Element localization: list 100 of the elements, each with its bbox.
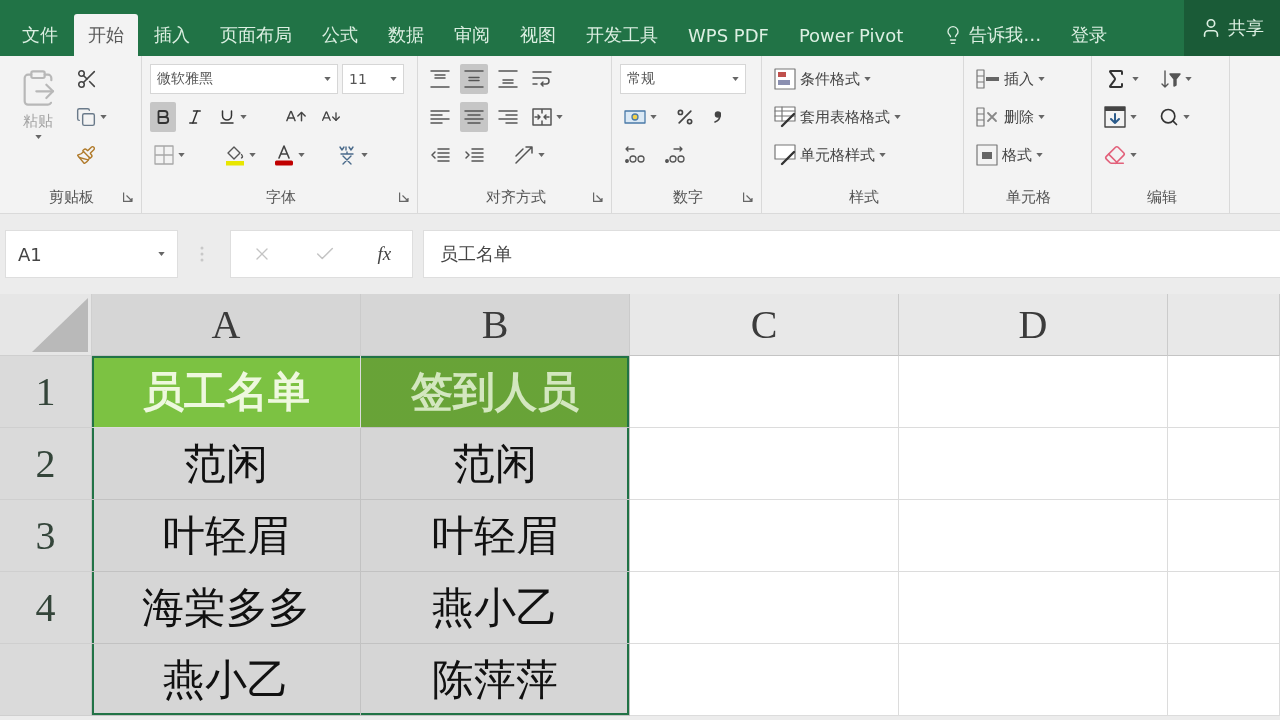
scissors-icon bbox=[76, 68, 98, 90]
share-button[interactable]: 共享 bbox=[1184, 0, 1280, 56]
tell-me-button[interactable]: 告诉我… bbox=[929, 14, 1056, 56]
caret-icon bbox=[1183, 115, 1190, 119]
bold-button[interactable] bbox=[150, 102, 176, 132]
table-cell: 签到人员 bbox=[361, 356, 630, 428]
dialog-launcher-icon[interactable] bbox=[593, 192, 603, 202]
group-label: 剪贴板 bbox=[49, 187, 94, 207]
percent-icon bbox=[675, 107, 695, 127]
table-cell: 范闲 bbox=[361, 428, 630, 500]
ribbon-tab[interactable]: 审阅 bbox=[440, 14, 504, 56]
italic-icon bbox=[186, 108, 204, 126]
row-header[interactable]: 1 bbox=[0, 356, 92, 428]
indent-increase-icon bbox=[464, 147, 484, 163]
caret-icon bbox=[298, 153, 305, 157]
name-box[interactable]: A1 bbox=[5, 230, 178, 278]
sign-in-link[interactable]: 登录 bbox=[1057, 14, 1122, 56]
decimal-decrease-icon bbox=[664, 145, 686, 165]
table-cell: 范闲 bbox=[92, 428, 361, 500]
table-cell: 海棠多多 bbox=[92, 572, 361, 644]
delete-cells-button[interactable]: 删除 bbox=[972, 102, 1049, 132]
text-align-icon bbox=[430, 109, 450, 125]
number-format-dropdown[interactable]: 常规 bbox=[620, 64, 746, 94]
border-grid-icon bbox=[154, 145, 174, 165]
caret-icon bbox=[158, 252, 165, 256]
caret-icon bbox=[361, 153, 368, 157]
dialog-launcher-icon[interactable] bbox=[123, 192, 133, 202]
eraser-icon bbox=[1104, 144, 1126, 166]
middle-align-button[interactable] bbox=[460, 64, 488, 94]
caret-icon bbox=[390, 77, 397, 81]
ribbon-tab[interactable]: 插入 bbox=[140, 14, 204, 56]
caret-icon bbox=[1038, 115, 1045, 119]
caret-icon bbox=[732, 77, 739, 81]
text-align-icon bbox=[498, 109, 518, 125]
column-header[interactable]: C bbox=[630, 294, 899, 356]
sort-filter-icon bbox=[1161, 69, 1181, 89]
caret-icon bbox=[1132, 77, 1139, 81]
table-cell: 叶轻眉 bbox=[361, 500, 630, 572]
insert-function-button[interactable]: fx bbox=[373, 241, 396, 267]
text-align-icon bbox=[464, 109, 484, 125]
phonetic-guide-icon bbox=[337, 145, 357, 165]
cell-styles-button[interactable]: 单元格样式 bbox=[770, 140, 890, 170]
table-brush-icon bbox=[774, 106, 796, 128]
ribbon-tab[interactable]: 开发工具 bbox=[572, 14, 672, 56]
vertical-align-icon bbox=[498, 69, 518, 89]
column-header[interactable]: B bbox=[361, 294, 630, 356]
indent-decrease-icon bbox=[430, 147, 450, 163]
table-cell: 燕小乙 bbox=[92, 644, 361, 716]
font-size-dropdown[interactable]: 11 bbox=[342, 64, 404, 94]
conditional-format-icon bbox=[774, 68, 796, 90]
dialog-launcher-icon[interactable] bbox=[399, 192, 409, 202]
row-header[interactable]: 4 bbox=[0, 572, 92, 644]
wrap-text-icon bbox=[532, 70, 552, 88]
table-cell: 燕小乙 bbox=[361, 572, 630, 644]
formula-input[interactable]: 员工名单 bbox=[423, 230, 1280, 278]
font-name-dropdown[interactable]: 微软雅黑 bbox=[150, 64, 338, 94]
caret-icon bbox=[864, 77, 871, 81]
caret-icon bbox=[1185, 77, 1192, 81]
caret-icon bbox=[34, 135, 42, 139]
paintbrush-icon bbox=[76, 145, 96, 165]
table-cell: 员工名单 bbox=[92, 356, 361, 428]
group-label: 对齐方式 bbox=[485, 187, 546, 207]
ribbon-tab[interactable]: 数据 bbox=[374, 14, 438, 56]
caret-icon bbox=[1130, 153, 1137, 157]
paint-bucket-icon bbox=[225, 144, 245, 166]
caret-icon bbox=[879, 153, 886, 157]
center-button[interactable] bbox=[460, 102, 488, 132]
insert-cells-icon bbox=[976, 69, 1000, 89]
table-format-button[interactable]: 套用表格格式 bbox=[770, 102, 905, 132]
conditional-format-button[interactable]: 条件格式 bbox=[770, 64, 875, 94]
caret-icon bbox=[178, 153, 185, 157]
caret-icon bbox=[240, 115, 247, 119]
ribbon-tab[interactable]: Power Pivot bbox=[784, 14, 918, 56]
caret-icon bbox=[100, 115, 107, 119]
delete-cells-icon bbox=[976, 107, 1000, 127]
column-header[interactable]: A bbox=[92, 294, 361, 356]
group-label: 字体 bbox=[265, 187, 296, 207]
caret-icon bbox=[1130, 115, 1137, 119]
row-header[interactable]: 3 bbox=[0, 500, 92, 572]
ribbon-tab[interactable]: 开始 bbox=[74, 14, 138, 56]
fill-down-icon bbox=[1104, 106, 1126, 128]
ribbon-tab[interactable]: 页面布局 bbox=[206, 14, 306, 56]
insert-cells-button[interactable]: 插入 bbox=[972, 64, 1049, 94]
ribbon-tab[interactable]: 文件 bbox=[8, 14, 72, 56]
vertical-align-icon bbox=[430, 69, 450, 89]
font-color-icon bbox=[274, 144, 294, 166]
group-label: 样式 bbox=[848, 187, 879, 207]
ribbon-tab[interactable]: 视图 bbox=[506, 14, 570, 56]
dialog-launcher-icon[interactable] bbox=[743, 192, 753, 202]
grip-icon[interactable] bbox=[200, 246, 204, 262]
row-header[interactable]: 2 bbox=[0, 428, 92, 500]
caret-icon bbox=[1036, 153, 1043, 157]
caret-icon bbox=[249, 153, 256, 157]
caret-icon bbox=[650, 115, 657, 119]
ribbon-tab[interactable]: 公式 bbox=[308, 14, 372, 56]
underline-icon bbox=[218, 108, 236, 126]
ribbon-tab[interactable]: WPS PDF bbox=[674, 14, 783, 56]
table-cell: 陈萍萍 bbox=[361, 644, 630, 716]
column-header[interactable]: D bbox=[899, 294, 1168, 356]
format-cells-button[interactable]: 格式 bbox=[972, 140, 1047, 170]
